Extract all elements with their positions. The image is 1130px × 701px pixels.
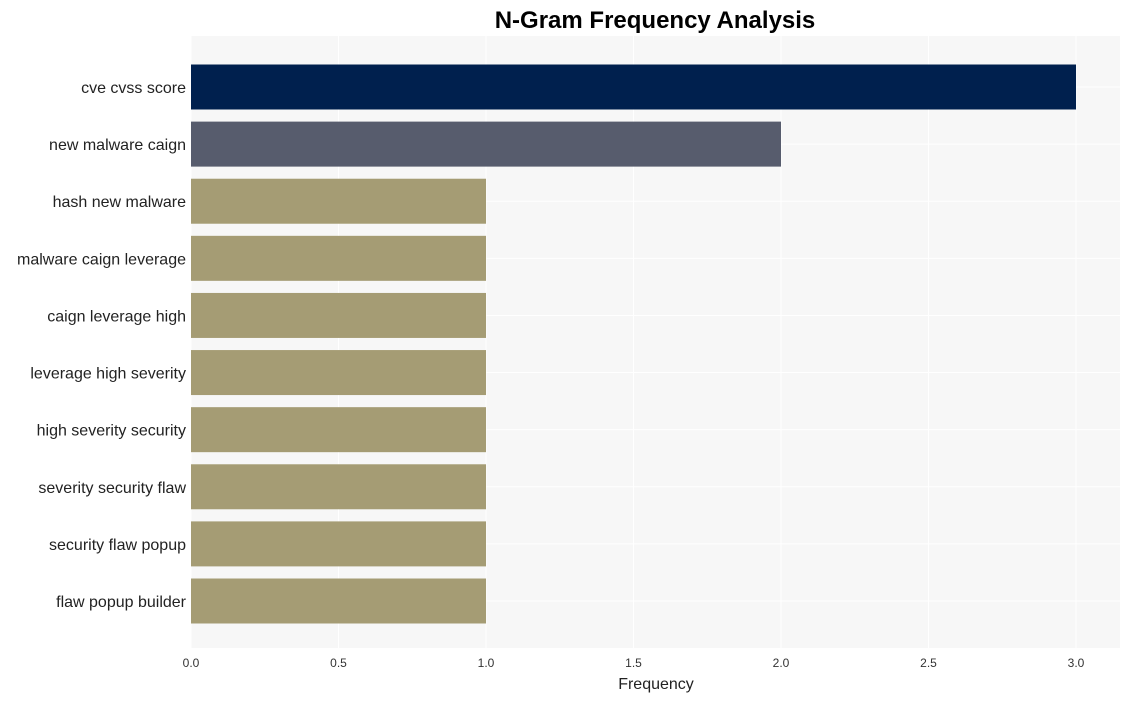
y-tick-label: leverage high severity — [30, 366, 186, 383]
x-tick-label: 1.5 — [625, 656, 642, 670]
x-tick-label: 3.0 — [1068, 656, 1085, 670]
y-tick-label: new malware caign — [49, 137, 186, 154]
ngram-chart: cve cvss score new malware caign hash new … — [17, 7, 1120, 693]
x-axis-ticks: 0.0 0.5 1.0 1.5 2.0 2.5 3.0 — [183, 656, 1085, 670]
bar — [191, 578, 486, 624]
y-tick-label: caign leverage high — [47, 308, 186, 325]
x-axis-label: Frequency — [618, 676, 694, 693]
x-tick-label: 1.0 — [478, 656, 495, 670]
x-tick-label: 0.5 — [330, 656, 347, 670]
y-tick-label: security flaw popup — [49, 537, 186, 554]
bar — [191, 292, 486, 338]
x-tick-label: 2.5 — [920, 656, 937, 670]
bar — [191, 64, 1076, 110]
y-axis-labels: cve cvss score new malware caign hash new … — [17, 80, 187, 611]
y-tick-label: hash new malware — [53, 194, 187, 211]
y-tick-label: high severity security — [37, 423, 186, 440]
bar — [191, 464, 486, 510]
y-tick-label: cve cvss score — [81, 80, 186, 97]
bar — [191, 121, 781, 167]
y-tick-label: flaw popup builder — [56, 594, 187, 611]
x-tick-label: 2.0 — [773, 656, 790, 670]
bar — [191, 235, 486, 281]
y-tick-label: malware caign leverage — [17, 251, 186, 268]
chart-title: N-Gram Frequency Analysis — [495, 7, 816, 34]
bar — [191, 178, 486, 224]
bar — [191, 407, 486, 453]
y-tick-label: severity security flaw — [38, 480, 186, 497]
bar — [191, 521, 486, 567]
x-tick-label: 0.0 — [183, 656, 200, 670]
bar — [191, 350, 486, 396]
